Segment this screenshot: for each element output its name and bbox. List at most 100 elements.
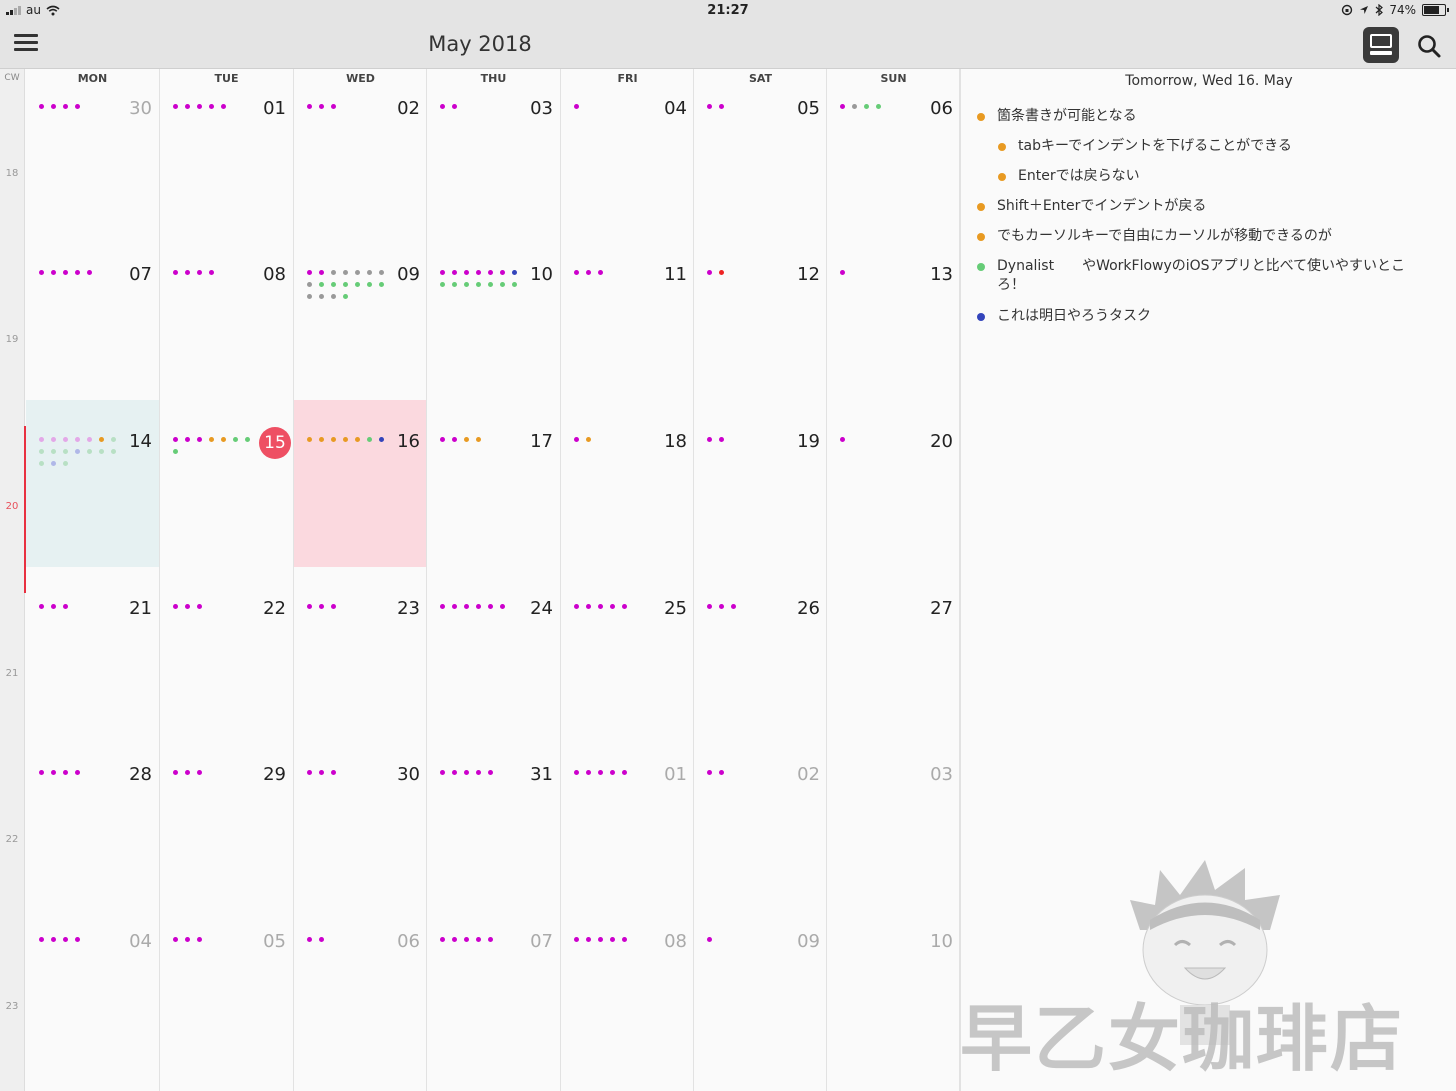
event-dot — [63, 461, 68, 466]
day-cell[interactable]: 15 — [160, 400, 293, 567]
day-cell[interactable]: 02 — [294, 67, 427, 234]
event-dot — [319, 294, 324, 299]
event-dot — [39, 461, 44, 466]
task-item[interactable]: tabキーでインデントを下げることができる — [998, 137, 1432, 156]
day-number: 03 — [530, 98, 553, 119]
day-cell[interactable]: 26 — [694, 567, 827, 734]
day-number: 26 — [797, 598, 820, 619]
day-cell[interactable]: 25 — [561, 567, 694, 734]
event-dots — [440, 770, 520, 775]
day-cell[interactable]: 05 — [160, 900, 293, 1067]
day-cell[interactable]: 30 — [26, 67, 159, 234]
event-dot — [452, 937, 457, 942]
event-dot — [707, 104, 712, 109]
day-number: 05 — [797, 98, 820, 119]
task-text: Enterでは戻らない — [1018, 168, 1140, 184]
event-dots — [574, 770, 654, 775]
day-cell[interactable]: 20 — [827, 400, 960, 567]
top-bar: au 21:27 74% May 2018 — [0, 0, 1456, 69]
event-dots — [173, 937, 253, 942]
event-dot — [343, 270, 348, 275]
day-cell[interactable]: 03 — [827, 733, 960, 900]
day-cell[interactable]: 31 — [427, 733, 560, 900]
event-dot — [63, 437, 68, 442]
day-number: 07 — [530, 931, 553, 952]
event-dot — [173, 449, 178, 454]
day-cell[interactable]: 01 — [160, 67, 293, 234]
day-cell[interactable]: 06 — [827, 67, 960, 234]
hamburger-menu-icon[interactable] — [14, 34, 38, 54]
task-item[interactable]: これは明日やろうタスク — [977, 307, 1432, 326]
day-cell[interactable]: 03 — [427, 67, 560, 234]
day-cell[interactable]: 07 — [427, 900, 560, 1067]
day-number: 10 — [530, 264, 553, 285]
day-cell[interactable]: 16 — [294, 400, 427, 567]
day-cell[interactable]: 10 — [427, 233, 560, 400]
event-dot — [719, 104, 724, 109]
day-cell[interactable]: 18 — [561, 400, 694, 567]
event-dot — [500, 604, 505, 609]
day-cell[interactable]: 06 — [294, 900, 427, 1067]
day-cell[interactable]: 28 — [26, 733, 159, 900]
day-cell[interactable]: 30 — [294, 733, 427, 900]
day-cell[interactable]: 04 — [26, 900, 159, 1067]
event-dot — [574, 770, 579, 775]
event-dot — [586, 937, 591, 942]
event-dot — [343, 294, 348, 299]
event-dot — [319, 604, 324, 609]
day-number: 17 — [530, 431, 553, 452]
event-dot — [586, 437, 591, 442]
day-cell[interactable]: 12 — [694, 233, 827, 400]
event-dot — [51, 937, 56, 942]
event-dot — [452, 282, 457, 287]
task-item[interactable]: でもカーソルキーで自由にカーソルが移動できるのが — [977, 227, 1432, 246]
tablet-layout-icon[interactable] — [1363, 27, 1399, 63]
day-cell[interactable]: 02 — [694, 733, 827, 900]
event-dot — [197, 270, 202, 275]
day-cell[interactable]: 14 — [26, 400, 159, 567]
day-number: 10 — [930, 931, 953, 952]
day-cell[interactable]: 10 — [827, 900, 960, 1067]
day-cell[interactable]: 01 — [561, 733, 694, 900]
day-cell[interactable]: 24 — [427, 567, 560, 734]
task-item[interactable]: Dynalist やWorkFlowyのiOSアプリと比べて使いやすいところ！ — [977, 257, 1432, 295]
day-cell[interactable]: 29 — [160, 733, 293, 900]
event-dot — [440, 770, 445, 775]
day-number: 04 — [664, 98, 687, 119]
day-cell[interactable]: 07 — [26, 233, 159, 400]
battery-icon — [1422, 4, 1449, 16]
day-cell[interactable]: 04 — [561, 67, 694, 234]
day-cell[interactable]: 09 — [694, 900, 827, 1067]
task-item[interactable]: 箇条書きが可能となる — [977, 107, 1432, 126]
day-cell[interactable]: 05 — [694, 67, 827, 234]
day-cell[interactable]: 23 — [294, 567, 427, 734]
event-dot — [331, 437, 336, 442]
day-number: 01 — [263, 98, 286, 119]
weekday-header-mon: MON — [77, 72, 108, 85]
day-cell[interactable]: 19 — [694, 400, 827, 567]
event-dot — [840, 104, 845, 109]
day-cell[interactable]: 22 — [160, 567, 293, 734]
event-dot — [307, 270, 312, 275]
event-dots — [39, 770, 119, 775]
day-number: 18 — [664, 431, 687, 452]
event-dot — [39, 104, 44, 109]
event-dots — [173, 104, 253, 109]
column-divider — [959, 69, 960, 1091]
day-cell[interactable]: 21 — [26, 567, 159, 734]
event-dot — [464, 437, 469, 442]
event-dot — [185, 437, 190, 442]
task-item[interactable]: Shift＋Enterでインデントが戻る — [977, 197, 1432, 216]
day-cell[interactable]: 13 — [827, 233, 960, 400]
day-cell[interactable]: 17 — [427, 400, 560, 567]
task-item[interactable]: Enterでは戻らない — [998, 167, 1432, 186]
search-icon[interactable] — [1416, 33, 1442, 59]
event-dot — [452, 770, 457, 775]
day-cell[interactable]: 09 — [294, 233, 427, 400]
weekday-header-wed: WED — [346, 72, 375, 85]
day-cell[interactable]: 27 — [827, 567, 960, 734]
day-cell[interactable]: 11 — [561, 233, 694, 400]
day-cell[interactable]: 08 — [160, 233, 293, 400]
day-number: 03 — [930, 764, 953, 785]
day-cell[interactable]: 08 — [561, 900, 694, 1067]
